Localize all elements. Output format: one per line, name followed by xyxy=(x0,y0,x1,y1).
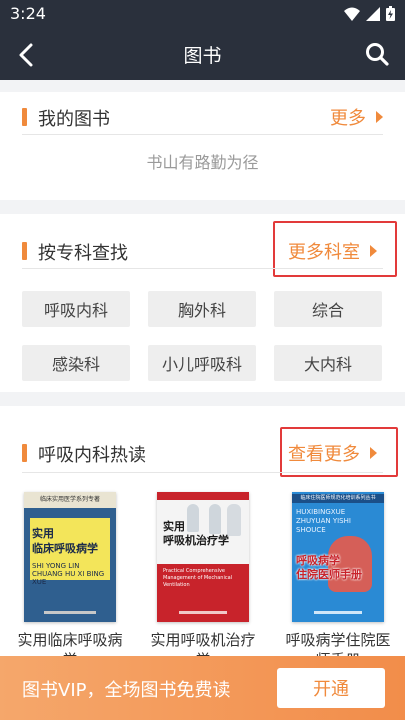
cover-title: 呼吸病学 住院医师手册 xyxy=(296,554,362,581)
divider xyxy=(22,134,383,135)
divider xyxy=(22,472,383,473)
cover-series-text: 临床实用医学系列专著 xyxy=(39,496,100,503)
divider xyxy=(22,268,383,269)
department-chip[interactable]: 呼吸内科 xyxy=(22,291,130,327)
vip-banner: 图书VIP，全场图书免费读 开通 xyxy=(0,656,405,720)
department-chip[interactable]: 大内科 xyxy=(274,345,382,381)
book-cover: 临床实用医学系列专著 实用 临床呼吸病学 SHI YONG LIN CHUANG… xyxy=(24,492,116,622)
top-nav-bar: 图书 xyxy=(0,28,405,80)
section-accent-bar xyxy=(22,242,27,260)
status-bar: 3:24 xyxy=(0,0,405,28)
section-header: 我的图书 更多 xyxy=(22,104,383,132)
department-section: 按专科查找 更多科室 呼吸内科 胸外科 综合 感染科 小儿呼吸科 大内科 xyxy=(0,214,405,392)
chevron-right-icon xyxy=(376,111,383,123)
vip-banner-text: 图书VIP，全场图书免费读 xyxy=(22,680,231,701)
department-chip[interactable]: 胸外科 xyxy=(148,291,256,327)
page-title: 图书 xyxy=(183,45,222,67)
section-title: 我的图书 xyxy=(38,109,110,130)
my-books-section: 我的图书 更多 书山有路勤为径 xyxy=(0,92,405,200)
more-link-label: 更多 xyxy=(330,108,366,129)
section-title: 呼吸内科热读 xyxy=(38,445,146,466)
section-accent-bar xyxy=(22,108,27,126)
cover-title: 实用 呼吸机治疗学 xyxy=(163,520,229,547)
search-icon[interactable] xyxy=(363,40,391,68)
department-chip[interactable]: 感染科 xyxy=(22,345,130,381)
empty-state-motto: 书山有路勤为径 xyxy=(146,153,259,172)
status-time: 3:24 xyxy=(10,4,46,23)
cover-title: 实用 临床呼吸病学 xyxy=(32,527,98,555)
book-cover: 实用 呼吸机治疗学 Practical Comprehensive Manage… xyxy=(157,492,249,622)
cover-pinyin: HUXIBINGXUE ZHUYUAN YISHI SHOUCE xyxy=(296,508,351,534)
activate-vip-button[interactable]: 开通 xyxy=(277,668,385,708)
cover-subtitle: Practical Comprehensive Management of Me… xyxy=(163,568,233,588)
highlight-box xyxy=(280,427,398,477)
section-accent-bar xyxy=(22,444,27,462)
section-title: 按专科查找 xyxy=(38,243,128,264)
cover-pinyin: SHI YONG LIN CHUANG HU XI BING XUE xyxy=(32,562,105,586)
status-icons xyxy=(344,6,395,21)
battery-icon xyxy=(386,6,395,21)
cover-series-text: 临床住院医师规范化培训系列丛书 xyxy=(292,494,384,503)
signal-icon xyxy=(366,6,380,21)
department-chip[interactable]: 小儿呼吸科 xyxy=(148,345,256,381)
more-link[interactable]: 更多 xyxy=(330,104,383,130)
department-chip[interactable]: 综合 xyxy=(274,291,382,327)
wifi-icon xyxy=(344,7,360,21)
book-cover: 临床住院医师规范化培训系列丛书 HUXIBINGXUE ZHUYUAN YISH… xyxy=(292,492,384,622)
